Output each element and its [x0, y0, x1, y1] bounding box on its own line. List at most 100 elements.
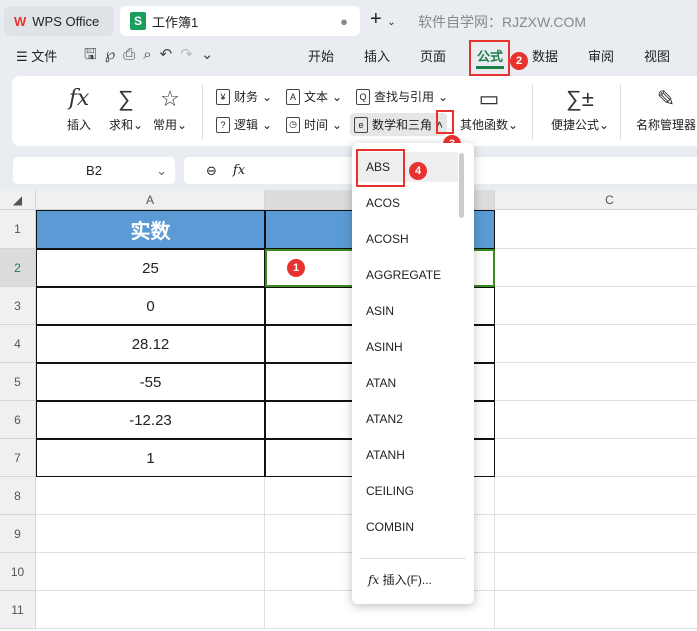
- more-chevron-icon[interactable]: ⌄: [201, 46, 222, 63]
- row-header-5[interactable]: 5: [0, 363, 36, 401]
- cell-c10[interactable]: [495, 553, 697, 591]
- sum-button[interactable]: ∑ 求和⌄: [106, 86, 146, 133]
- function-item-atanh[interactable]: ATANH: [356, 440, 458, 470]
- spreadsheet-grid[interactable]: ◢ A B C 1实数225130428.125-556-12.23718910…: [0, 190, 697, 631]
- row-header-9[interactable]: 9: [0, 515, 36, 553]
- common-button[interactable]: ☆ 常用⌄: [150, 86, 190, 133]
- menu-start[interactable]: 开始: [308, 46, 334, 65]
- math-functions-dropdown: fx 插入(F)... ABS ACOS ACOSH AGGREGATE ASIN ASI…: [352, 143, 474, 604]
- row-header-1[interactable]: 1: [0, 210, 36, 249]
- spreadsheet-icon: S: [130, 12, 146, 30]
- watermark-text: 软件自学网：RJZXW.COM: [418, 14, 586, 30]
- name-manager-button[interactable]: ✎ 名称管理器: [634, 86, 697, 133]
- select-all-corner[interactable]: ◢: [0, 190, 36, 210]
- redo-icon[interactable]: ↷: [180, 46, 201, 63]
- logic-button[interactable]: ? 逻辑 ⌄: [216, 116, 272, 133]
- insert-function-button[interactable]: fx 插入: [64, 86, 94, 133]
- function-item-asinh[interactable]: ASINH: [356, 332, 458, 362]
- undo-icon[interactable]: ↶: [160, 46, 181, 63]
- function-item-ceiling[interactable]: CEILING: [356, 476, 458, 506]
- cell-c4[interactable]: [495, 325, 697, 363]
- cell-c9[interactable]: [495, 515, 697, 553]
- cell-a1[interactable]: 实数: [36, 210, 265, 249]
- insert-function-menu-item[interactable]: fx 插入(F)...: [368, 571, 432, 588]
- clock-icon: ◷: [286, 116, 300, 133]
- name-box[interactable]: B2 ⌄: [13, 157, 175, 184]
- math-trig-button[interactable]: e 数学和三角 ˄: [350, 113, 448, 136]
- logic-icon: ?: [216, 116, 230, 133]
- step-badge-2: 2: [510, 52, 528, 70]
- column-header-c[interactable]: C: [495, 190, 697, 210]
- lookup-icon: Q: [356, 88, 370, 105]
- menu-view[interactable]: 视图: [644, 46, 670, 65]
- cell-a3[interactable]: 0: [36, 287, 265, 325]
- function-item-acos[interactable]: ACOS: [356, 188, 458, 218]
- save-icon[interactable]: 🖫: [84, 46, 105, 63]
- cell-a7[interactable]: 1: [36, 439, 265, 477]
- function-item-acosh[interactable]: ACOSH: [356, 224, 458, 254]
- text-button[interactable]: A 文本 ⌄: [286, 88, 342, 105]
- function-item-aggregate[interactable]: AGGREGATE: [356, 260, 458, 290]
- row-header-8[interactable]: 8: [0, 477, 36, 515]
- cell-a10[interactable]: [36, 553, 265, 591]
- quick-toolbar: 🖫℘⎙⌕↶↷⌄: [84, 44, 221, 69]
- lookup-button[interactable]: Q 查找与引用 ⌄: [356, 88, 448, 105]
- preview-icon[interactable]: ⌕: [143, 46, 159, 63]
- cell-a4[interactable]: 28.12: [36, 325, 265, 363]
- cell-a8[interactable]: [36, 477, 265, 515]
- tab-document[interactable]: S 工作簿1 ●: [120, 6, 360, 36]
- cell-a2[interactable]: 25: [36, 249, 265, 287]
- cell-c11[interactable]: [495, 591, 697, 629]
- tab-wps-office[interactable]: W WPS Office: [4, 6, 114, 36]
- row-header-11[interactable]: 11: [0, 591, 36, 629]
- cell-c8[interactable]: [495, 477, 697, 515]
- menu-insert[interactable]: 插入: [364, 46, 390, 65]
- new-tab-button[interactable]: + ⌄: [370, 8, 396, 31]
- fx-icon: fx: [232, 163, 246, 178]
- cell-c3[interactable]: [495, 287, 697, 325]
- column-header-a[interactable]: A: [36, 190, 265, 210]
- text-icon: A: [286, 88, 300, 105]
- fx-icon: fx: [68, 86, 90, 111]
- unsaved-dot-icon: ●: [340, 13, 348, 29]
- finance-button[interactable]: ¥ 财务 ⌄: [216, 88, 272, 105]
- function-item-asin[interactable]: ASIN: [356, 296, 458, 326]
- share-icon[interactable]: ℘: [105, 46, 123, 63]
- cell-c6[interactable]: [495, 401, 697, 439]
- highlight-formula-tab: [469, 40, 510, 76]
- cell-a11[interactable]: [36, 591, 265, 629]
- function-item-combin[interactable]: COMBIN: [356, 512, 458, 542]
- file-menu[interactable]: ☰ 文件: [16, 46, 57, 65]
- quick-formula-button[interactable]: ∑± 便捷公式⌄: [548, 86, 612, 133]
- name-manager-icon: ✎: [656, 86, 676, 111]
- menu-data[interactable]: 数据: [532, 46, 558, 65]
- highlight-abs: [356, 149, 405, 187]
- function-item-atan2[interactable]: ATAN2: [356, 404, 458, 434]
- step-badge-4: 4: [409, 162, 427, 180]
- cell-a5[interactable]: -55: [36, 363, 265, 401]
- row-header-6[interactable]: 6: [0, 401, 36, 439]
- row-header-2[interactable]: 2: [0, 249, 36, 287]
- print-icon[interactable]: ⎙: [123, 46, 143, 63]
- sigma-icon: ∑: [118, 86, 134, 111]
- math-icon: e: [354, 116, 368, 133]
- cell-a6[interactable]: -12.23: [36, 401, 265, 439]
- menu-review[interactable]: 审阅: [588, 46, 614, 65]
- zoom-icon: ⊖: [206, 162, 217, 178]
- time-button[interactable]: ◷ 时间 ⌄: [286, 116, 342, 133]
- cell-c2[interactable]: [495, 249, 697, 287]
- cell-c7[interactable]: [495, 439, 697, 477]
- app-tab-label: WPS Office: [32, 13, 100, 29]
- cell-c5[interactable]: [495, 363, 697, 401]
- cell-a9[interactable]: [36, 515, 265, 553]
- row-header-3[interactable]: 3: [0, 287, 36, 325]
- row-header-10[interactable]: 10: [0, 553, 36, 591]
- other-functions-button[interactable]: ▭ 其他函数⌄: [456, 86, 522, 133]
- menu-page[interactable]: 页面: [420, 46, 446, 65]
- more-functions-icon: ▭: [478, 86, 500, 111]
- row-header-7[interactable]: 7: [0, 439, 36, 477]
- cell-c1[interactable]: [495, 210, 697, 249]
- dropdown-scrollbar[interactable]: [459, 153, 464, 218]
- function-item-atan[interactable]: ATAN: [356, 368, 458, 398]
- row-header-4[interactable]: 4: [0, 325, 36, 363]
